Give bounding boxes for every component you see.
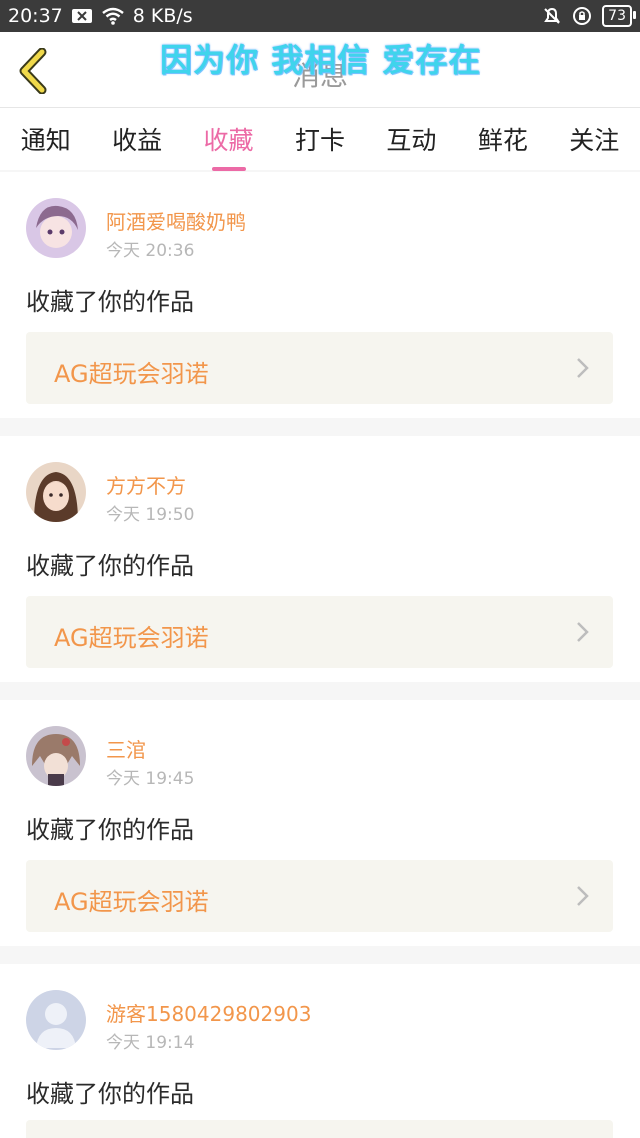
notification-close-icon [71,8,93,24]
avatar[interactable] [26,198,86,258]
avatar[interactable] [26,726,86,786]
tab-earnings[interactable]: 收益 [112,113,162,165]
battery-icon: 73 [602,5,636,27]
status-time: 20:37 [8,5,63,27]
tab-checkin[interactable]: 打卡 [295,113,345,165]
timestamp: 今天 19:45 [106,769,195,789]
avatar[interactable] [26,462,86,522]
chevron-right-icon [577,622,589,642]
tab-flowers[interactable]: 鲜花 [478,113,528,165]
timestamp: 今天 19:50 [106,505,195,525]
action-text: 收藏了你的作品 [26,1080,194,1108]
action-text: 收藏了你的作品 [26,816,194,844]
tab-notice[interactable]: 通知 [21,113,71,165]
username[interactable]: 方方不方 [106,470,186,499]
work-link[interactable]: AG超玩会羽诺 [26,596,613,668]
message-card: 游客1580429802903 今天 19:14 收藏了你的作品 [0,964,640,1138]
mute-bell-icon [542,6,562,26]
top-bar: 消息 因为你 我相信 爱存在 [0,32,640,108]
tab-interaction[interactable]: 互动 [386,113,436,165]
chevron-right-icon [577,886,589,906]
action-text: 收藏了你的作品 [26,288,194,316]
network-speed: 8 KB/s [132,5,193,27]
status-bar: 20:37 8 KB/s 73 [0,0,640,32]
message-card: 方方不方 今天 19:50 收藏了你的作品 AG超玩会羽诺 [0,436,640,682]
username[interactable]: 游客1580429802903 [106,998,311,1027]
work-link[interactable]: AG超玩会羽诺 [26,860,613,932]
tab-follow[interactable]: 关注 [569,113,619,165]
avatar[interactable] [26,990,86,1050]
work-title: AG超玩会羽诺 [54,624,209,652]
work-title: AG超玩会羽诺 [54,888,209,916]
work-link[interactable] [26,1120,613,1138]
timestamp: 今天 19:14 [106,1033,195,1053]
action-text: 收藏了你的作品 [26,552,194,580]
message-card: 三涫 今天 19:45 收藏了你的作品 AG超玩会羽诺 [0,700,640,946]
timestamp: 今天 20:36 [106,241,195,261]
rotation-lock-icon [572,6,592,26]
tab-favorites[interactable]: 收藏 [204,113,254,165]
work-title: AG超玩会羽诺 [54,360,209,388]
message-card: 阿酒爱喝酸奶鸭 今天 20:36 收藏了你的作品 AG超玩会羽诺 [0,172,640,418]
tab-bar: 通知 收益 收藏 打卡 互动 鲜花 关注 [0,108,640,170]
chevron-right-icon [577,358,589,378]
username[interactable]: 三涫 [106,734,146,763]
wifi-icon [101,7,125,25]
username[interactable]: 阿酒爱喝酸奶鸭 [106,206,246,235]
work-link[interactable]: AG超玩会羽诺 [26,332,613,404]
overlay-caption: 因为你 我相信 爱存在 [160,41,482,79]
